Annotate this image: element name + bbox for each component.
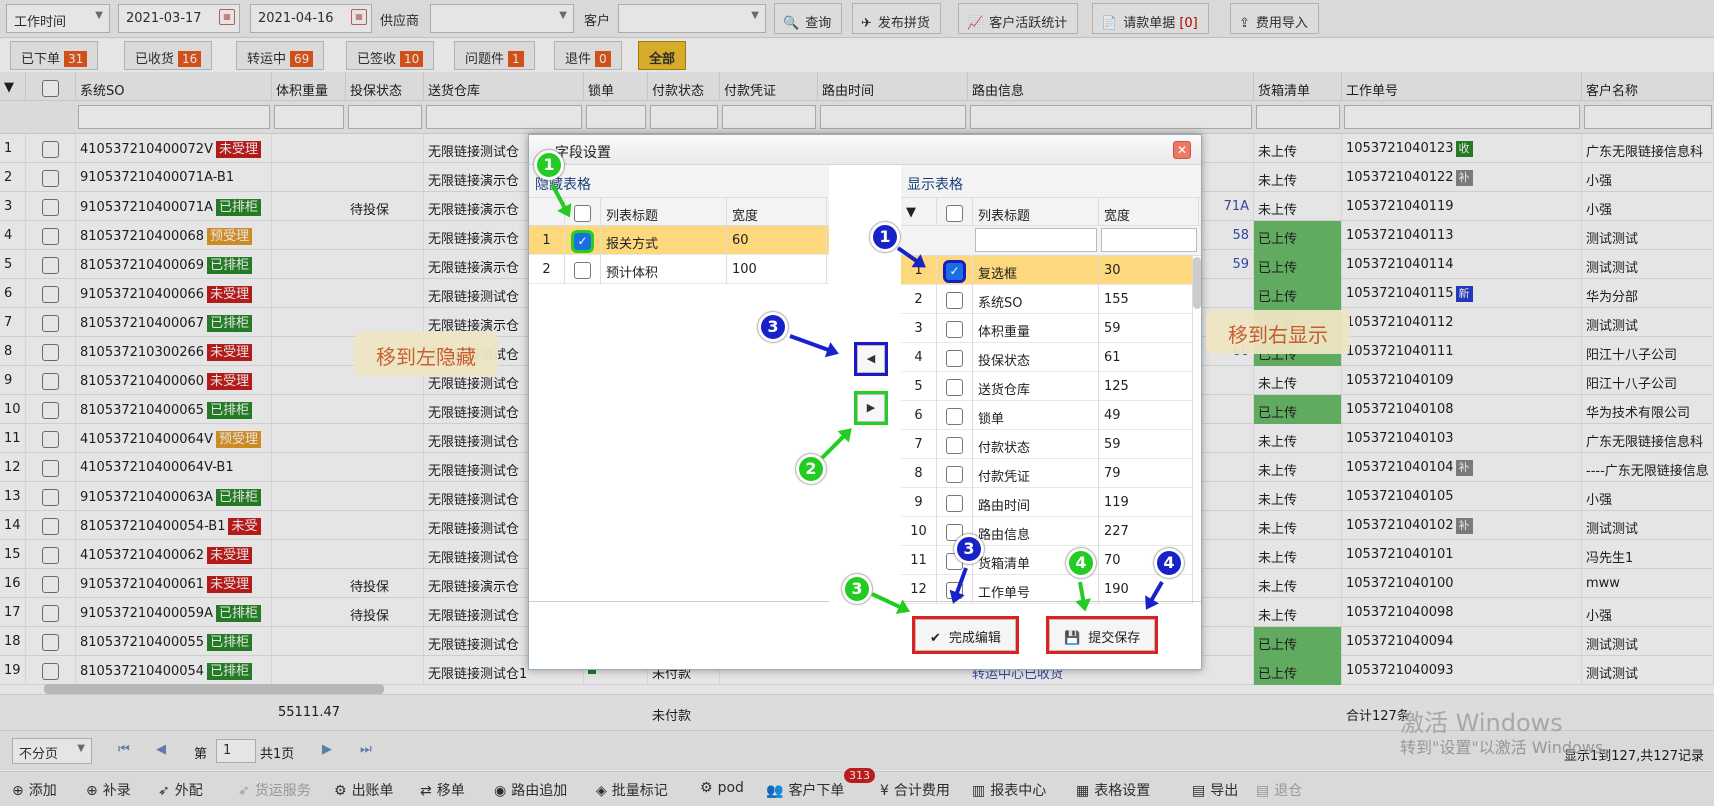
step-marker-green: 3 [842,574,872,604]
filter-input[interactable] [975,228,1097,252]
move-right-button[interactable]: ▶ [854,391,888,425]
shown-row[interactable]: 5 送货仓库 125 [901,372,1193,401]
shown-row[interactable]: 2 系统SO 155 [901,285,1193,314]
shown-row[interactable]: 10 路由信息 227 [901,517,1193,546]
save-icon: 💾 [1064,631,1081,646]
hidden-col-title: 列表标题 [601,198,727,227]
shown-header: ▼ 列表标题 宽度 [901,197,1201,227]
check-circle-icon: ✔ [930,631,941,646]
move-left-button[interactable]: ◀ [854,342,888,376]
hidden-row[interactable]: 2 预计体积 100 [529,255,829,284]
finish-edit-button[interactable]: ✔ 完成编辑 [912,616,1019,654]
row-checkbox[interactable] [937,343,973,372]
step-marker-blue: 3 [758,312,788,342]
step-marker-blue: 4 [1154,548,1184,578]
vertical-scrollbar[interactable] [1193,257,1201,309]
move-left-tip: 移到左隐藏 [354,332,498,376]
step-marker-green: 1 [534,150,564,180]
shown-row[interactable]: 8 付款凭证 79 [901,459,1193,488]
hidden-panel-title: 隐藏表格 [529,165,829,197]
hidden-panel: 隐藏表格 列表标题 宽度 1 ✓ 报关方式 60 2 预计体积 100 [529,165,829,565]
row-checkbox[interactable] [565,255,601,284]
move-right-tip: 移到右显示 [1206,310,1350,354]
hidden-row[interactable]: 1 ✓ 报关方式 60 [529,226,829,255]
filter-input[interactable] [1101,228,1197,252]
shown-panel: 显示表格 ▼ 列表标题 宽度 1✓复选框302系统SO1553体积重量594投保… [901,165,1201,604]
step-marker-blue: 1 [870,222,900,252]
shown-filter-row [901,226,1201,256]
shown-row[interactable]: 9 路由时间 119 [901,488,1193,517]
shown-row[interactable]: 3 体积重量 59 [901,314,1193,343]
dialog-title: 字段设置 [529,135,1201,165]
shown-row[interactable]: 7 付款状态 59 [901,430,1193,459]
close-icon[interactable]: ✕ [1173,141,1191,159]
filter-icon[interactable]: ▼ [901,198,937,227]
shown-row[interactable]: 11 货箱清单 70 [901,546,1193,575]
row-checkbox[interactable]: ✓ [937,256,973,285]
shown-col-title: 列表标题 [973,198,1099,227]
row-checkbox[interactable] [937,459,973,488]
submit-save-button[interactable]: 💾 提交保存 [1045,616,1159,654]
row-checkbox[interactable]: ✓ [565,226,601,255]
row-checkbox[interactable] [937,314,973,343]
hidden-col-width: 宽度 [727,198,827,227]
shown-col-width: 宽度 [1099,198,1199,227]
row-checkbox[interactable] [937,430,973,459]
row-checkbox[interactable] [937,488,973,517]
shown-row[interactable]: 1✓复选框30 [901,256,1193,285]
row-checkbox[interactable] [937,372,973,401]
step-marker-blue: 3 [954,534,984,564]
step-marker-green: 4 [1066,548,1096,578]
shown-row[interactable]: 6 锁单 49 [901,401,1193,430]
shown-panel-title: 显示表格 [901,165,1201,197]
shown-select-all[interactable] [937,198,973,227]
step-marker-green: 2 [796,454,826,484]
row-checkbox[interactable] [937,401,973,430]
shown-row[interactable]: 4 投保状态 61 [901,343,1193,372]
row-checkbox[interactable] [937,285,973,314]
